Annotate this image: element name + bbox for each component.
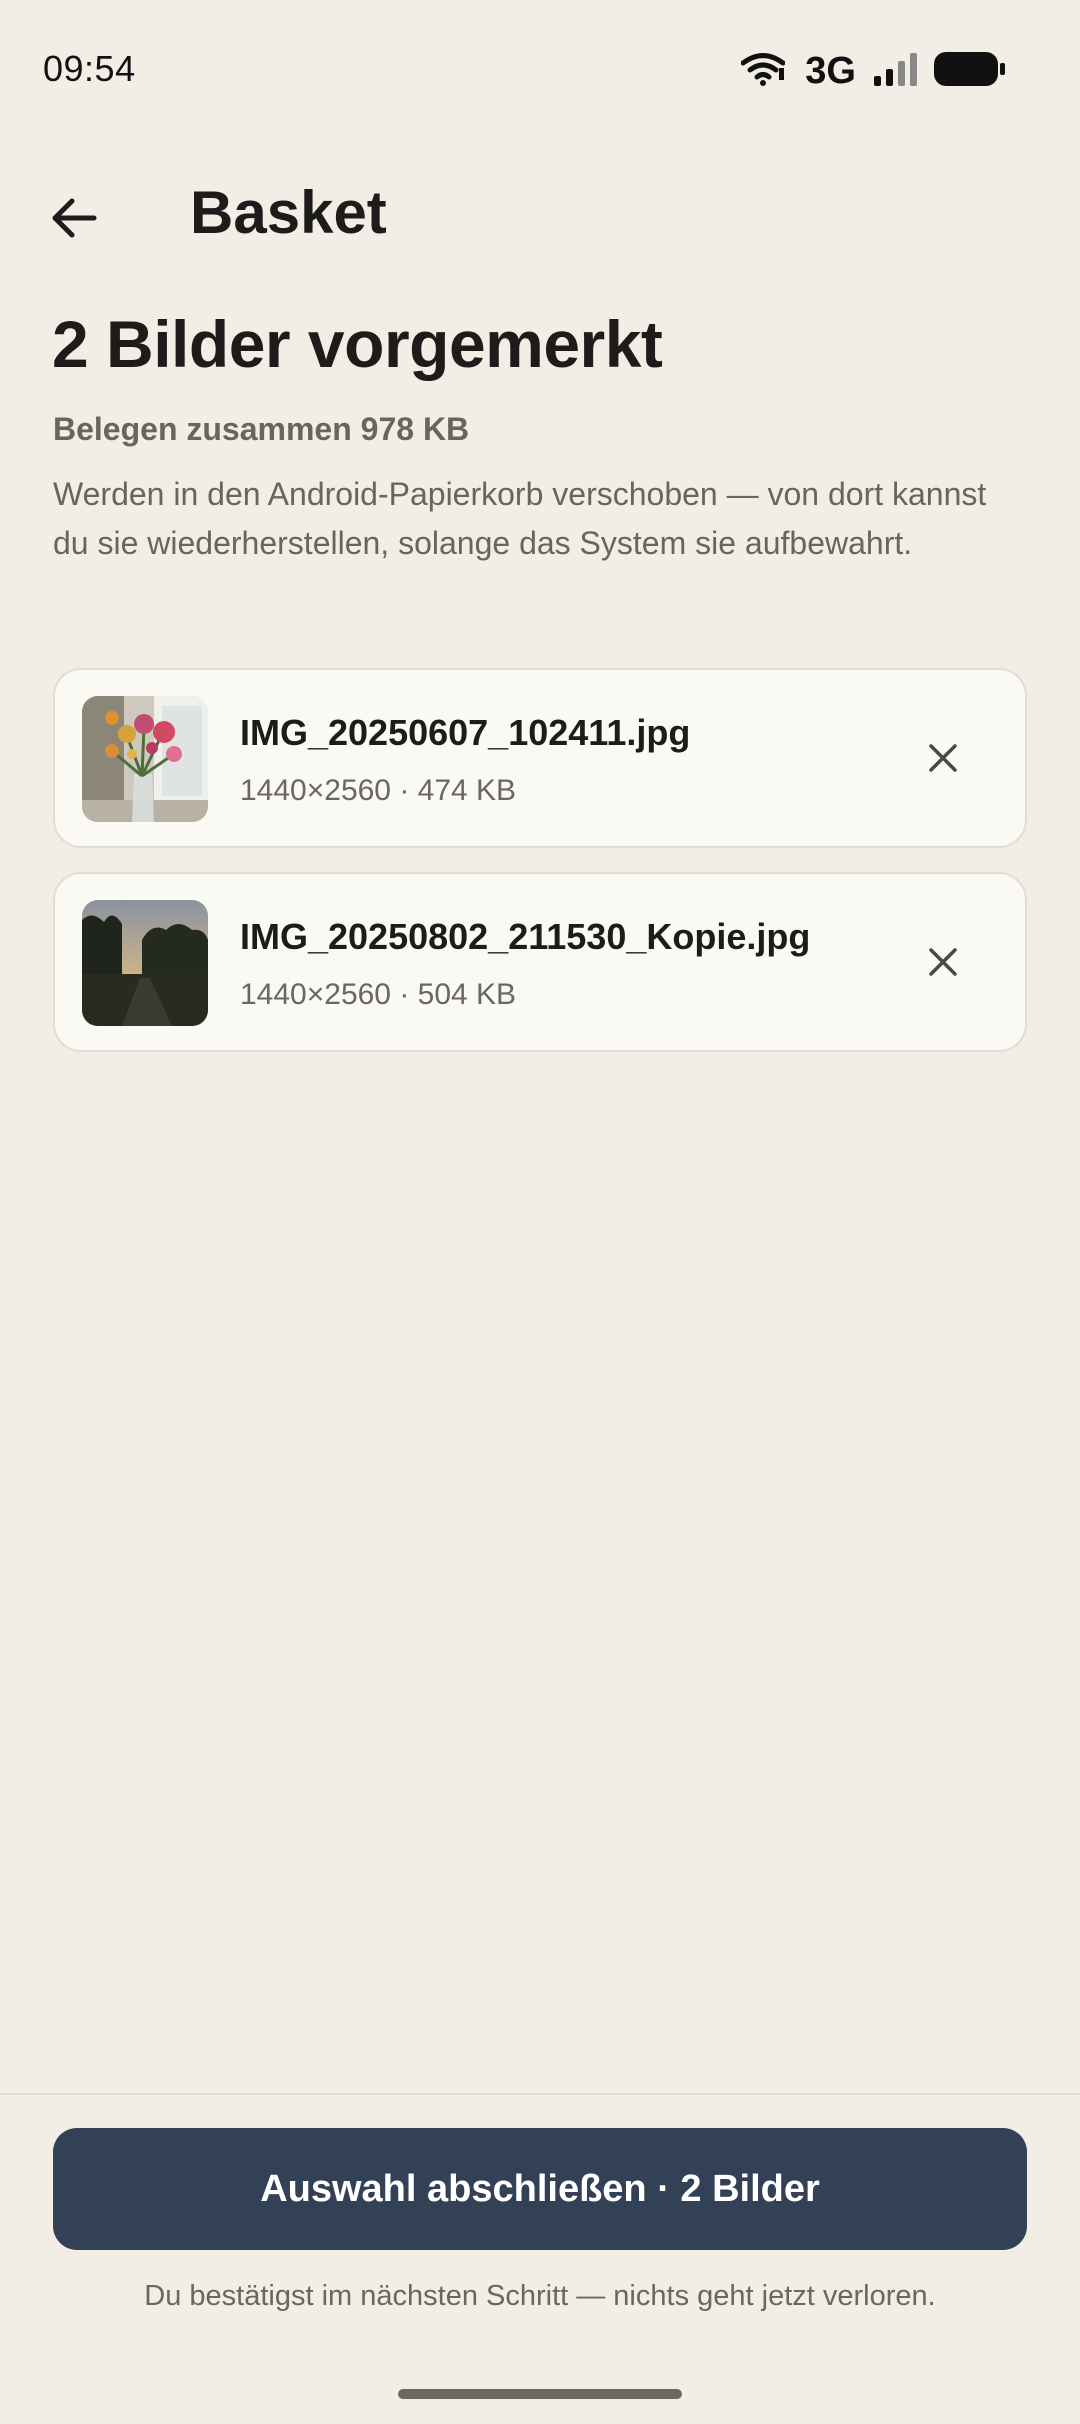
thumbnail-image bbox=[82, 900, 208, 1026]
home-indicator[interactable] bbox=[398, 2389, 682, 2399]
file-name: IMG_20250607_102411.jpg bbox=[240, 712, 691, 753]
file-card: IMG_20250607_102411.jpg 1440×2560 · 474 … bbox=[53, 668, 1027, 848]
description-text: Werden in den Android-Papierkorb verscho… bbox=[53, 476, 987, 561]
file-list: IMG_20250607_102411.jpg 1440×2560 · 474 … bbox=[53, 668, 1027, 1076]
app-title: Basket bbox=[190, 179, 387, 246]
status-icons: 3G bbox=[740, 50, 1006, 93]
size-summary: Belegen zusammen 978 KB bbox=[53, 411, 470, 447]
back-button[interactable] bbox=[36, 182, 112, 258]
file-meta: 1440×2560 · 474 KB bbox=[240, 774, 517, 807]
file-card: IMG_20250802_211530_Kopie.jpg 1440×2560 … bbox=[53, 872, 1027, 1052]
page-heading: 2 Bilder vorgemerkt bbox=[52, 307, 663, 381]
file-meta: 1440×2560 · 504 KB bbox=[240, 978, 517, 1011]
remove-button[interactable] bbox=[911, 932, 975, 996]
thumbnail-image bbox=[82, 696, 208, 822]
remove-button[interactable] bbox=[911, 728, 975, 792]
footer-divider bbox=[0, 2093, 1080, 2095]
arrow-left-icon bbox=[50, 196, 98, 245]
footer-hint: Du bestätigst im nächsten Schritt — nich… bbox=[144, 2280, 936, 2312]
wifi-icon bbox=[740, 52, 786, 91]
status-bar: 09:54 3G bbox=[0, 0, 1080, 140]
file-name: IMG_20250802_211530_Kopie.jpg bbox=[240, 916, 811, 957]
app-bar: Basket bbox=[0, 160, 1080, 270]
battery-icon bbox=[934, 52, 1006, 91]
finish-selection-button[interactable]: Auswahl abschließen · 2 Bilder bbox=[53, 2128, 1027, 2250]
status-time: 09:54 bbox=[43, 48, 136, 89]
signal-icon bbox=[872, 52, 920, 91]
close-icon bbox=[927, 742, 959, 779]
close-icon bbox=[927, 946, 959, 983]
network-type-label: 3G bbox=[805, 50, 856, 92]
